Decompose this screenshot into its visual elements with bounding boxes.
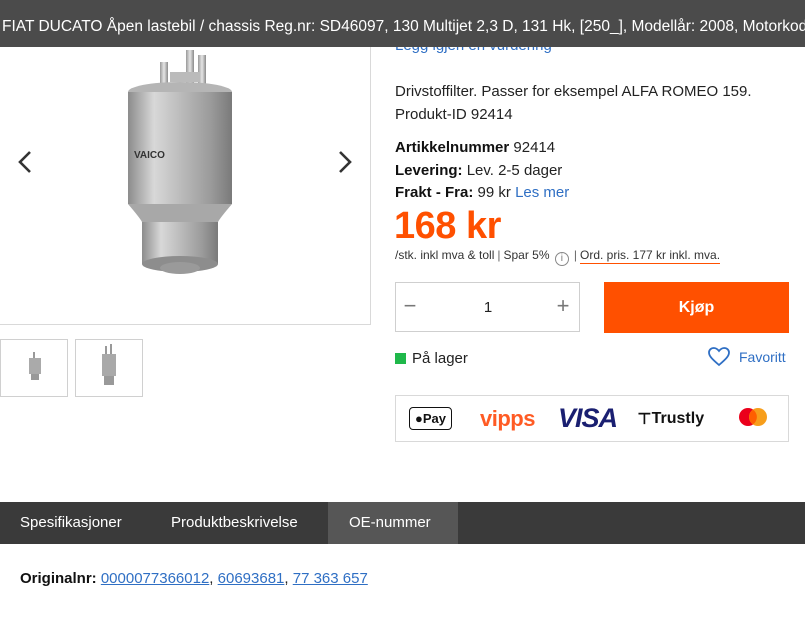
- chevron-right-icon[interactable]: [333, 147, 357, 177]
- save-percent: Spar 5%: [503, 248, 550, 262]
- read-more-link[interactable]: Les mer: [515, 184, 569, 201]
- shipping-label: Frakt - Fra:: [395, 184, 474, 201]
- heart-icon: [708, 347, 730, 367]
- payment-methods: ●Pay vipps VISA ⊤ Trustly: [395, 395, 789, 442]
- visa-logo: VISA: [558, 403, 618, 433]
- favorite-button[interactable]: Favoritt: [708, 347, 786, 367]
- delivery-info: Levering: Lev. 2-5 dager: [395, 162, 562, 179]
- oe-number-link[interactable]: 77 363 657: [293, 570, 368, 587]
- quantity-input[interactable]: [436, 293, 540, 321]
- ordinary-price: Ord. pris. 177 kr inkl. mva.: [579, 248, 721, 264]
- trustly-mark-icon: ⊤: [637, 410, 652, 428]
- apple-pay-logo: ●Pay: [409, 396, 452, 441]
- tab-product-description[interactable]: Produktbeskrivelse: [171, 502, 298, 544]
- product-id-line: Produkt-ID 92414: [395, 106, 513, 123]
- oe-label: Originalnr:: [20, 570, 97, 587]
- product-gallery: VAICO: [0, 0, 371, 325]
- vipps-logo: vipps: [480, 405, 535, 431]
- product-brand-text: VAICO: [134, 150, 165, 161]
- product-price: 168 kr: [394, 205, 501, 247]
- thumbnail-image-1: [29, 352, 41, 380]
- favorite-label: Favoritt: [739, 349, 786, 365]
- quantity-increase-button[interactable]: +: [549, 283, 577, 331]
- article-number-label: Artikkelnummer: [395, 139, 510, 156]
- buy-button[interactable]: Kjøp: [604, 282, 789, 333]
- fuel-filter-image: VAICO: [128, 50, 232, 274]
- price-per-unit: /stk. inkl mva & toll: [395, 248, 495, 262]
- apple-icon: ●: [415, 411, 423, 426]
- in-stock-indicator: [395, 353, 406, 364]
- quantity-stepper: − +: [395, 282, 580, 332]
- stock-label: På lager: [412, 350, 468, 367]
- shipping-value: 99 kr: [477, 184, 511, 201]
- article-number: Artikkelnummer 92414: [395, 139, 555, 156]
- chevron-left-icon[interactable]: [13, 147, 37, 177]
- delivery-value: Lev. 2-5 dager: [466, 162, 563, 179]
- stock-status: På lager: [395, 350, 468, 367]
- tab-oe-numbers[interactable]: OE-nummer: [328, 502, 458, 544]
- product-tabs: Spesifikasjoner Produktbeskrivelse OE-nu…: [0, 502, 805, 544]
- vehicle-banner: FIAT DUCATO Åpen lastebil / chassis Reg.…: [0, 0, 805, 47]
- trustly-logo: ⊤ Trustly: [637, 396, 704, 441]
- quantity-decrease-button[interactable]: −: [396, 283, 424, 331]
- info-icon[interactable]: i: [554, 252, 569, 266]
- oe-number-link[interactable]: 60693681: [218, 570, 285, 587]
- description-line: Drivstoffilter. Passer for eksempel ALFA…: [395, 83, 752, 100]
- gallery-thumbnail[interactable]: [75, 339, 143, 397]
- apple-pay-text: Pay: [422, 411, 446, 426]
- delivery-label: Levering:: [395, 162, 463, 179]
- mastercard-logo: [736, 396, 770, 441]
- trustly-text: Trustly: [651, 409, 705, 427]
- mastercard-icon: [739, 407, 767, 426]
- product-description: Drivstoffilter. Passer for eksempel ALFA…: [395, 80, 775, 126]
- article-number-value: 92414: [513, 139, 556, 156]
- thumbnail-image-2: [102, 344, 116, 385]
- price-details: /stk. inkl mva & toll | Spar 5% i | Ord. pri…: [395, 248, 721, 266]
- gallery-thumbnail[interactable]: [0, 339, 68, 397]
- oe-number-link[interactable]: 0000077366012: [101, 570, 209, 587]
- tab-specifications[interactable]: Spesifikasjoner: [20, 502, 122, 544]
- shipping-info: Frakt - Fra: 99 kr Les mer: [395, 184, 569, 201]
- oe-numbers: Originalnr: 0000077366012, 60693681, 77 …: [20, 570, 368, 587]
